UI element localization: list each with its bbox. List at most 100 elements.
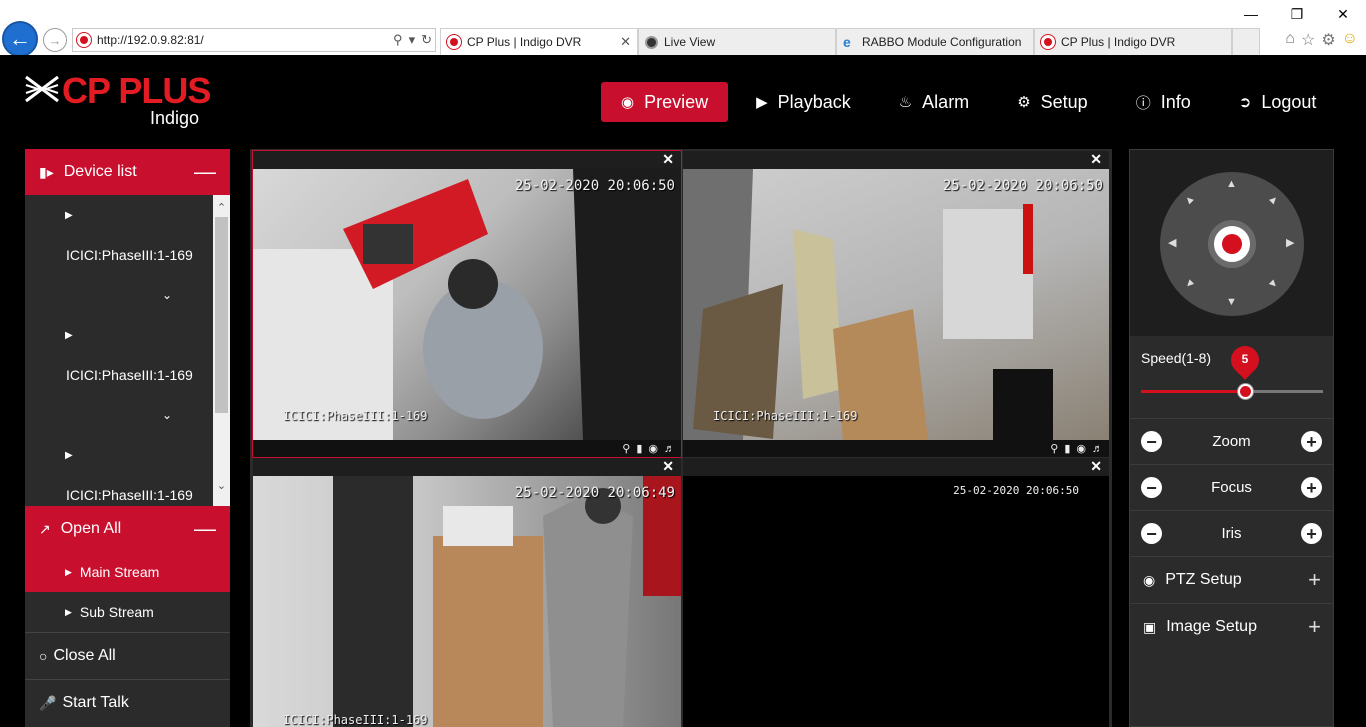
browser-tab-3[interactable]: e RABBO Module Configuration (836, 28, 1034, 55)
audio-icon[interactable]: ♬ (1092, 443, 1103, 455)
ptz-direction-wheel[interactable]: ▲ ▼ ◀ ▶ ▲ ▲ ▼ ▼ (1160, 172, 1304, 316)
ptz-down-left-icon[interactable]: ▼ (1181, 276, 1197, 292)
record-icon[interactable]: ▮ (636, 442, 642, 455)
caret-right-icon[interactable]: ▶ (25, 330, 73, 341)
camera-feed-empty[interactable] (683, 476, 1109, 727)
ptz-down-right-icon[interactable]: ▼ (1265, 276, 1281, 292)
scroll-up-icon[interactable]: ⌃ (213, 201, 230, 214)
audio-icon[interactable]: ♬ (664, 443, 675, 455)
focus-minus-button[interactable]: − (1141, 477, 1162, 498)
logout-icon: ➲ (1238, 94, 1252, 111)
zoom-icon[interactable]: ⚲ (1050, 442, 1058, 455)
camera-snapshot-icon[interactable]: ◉ (1076, 442, 1086, 455)
camera-snapshot-icon[interactable]: ◉ (648, 442, 658, 455)
address-bar[interactable]: http://192.0.9.82:81/ ⚲ ▾ ↻ (72, 28, 436, 52)
close-tab-icon[interactable]: ✕ (614, 34, 631, 50)
image-setup-section[interactable]: ▣ Image Setup + (1130, 603, 1333, 650)
device-item[interactable]: ICICI:PhaseIII:1-169 (25, 475, 230, 506)
ptz-right-icon[interactable]: ▶ (1286, 236, 1294, 249)
ptz-up-right-icon[interactable]: ▲ (1265, 192, 1281, 208)
nav-logout[interactable]: ➲ Logout (1219, 82, 1337, 122)
tab-strip: CP Plus | Indigo DVR ✕ Live View e RABBO… (440, 28, 1260, 55)
ptz-up-left-icon[interactable]: ▲ (1181, 192, 1197, 208)
camera-feed-image[interactable] (253, 169, 681, 440)
nav-info[interactable]: ⓘ Info (1116, 82, 1211, 122)
close-all-button[interactable]: ○ Close All (25, 632, 230, 679)
minimize-icon[interactable]: — (1228, 0, 1274, 28)
video-tile-4[interactable]: ✕ 25-02-2020 20:06:50 (683, 458, 1109, 727)
scrollbar-thumb[interactable] (215, 217, 228, 413)
browser-tab-4[interactable]: CP Plus | Indigo DVR (1034, 28, 1232, 55)
expand-plus-icon[interactable]: + (1308, 614, 1321, 640)
nav-alarm[interactable]: ♨ Alarm (879, 82, 989, 122)
close-icon[interactable]: ✕ (662, 458, 674, 475)
device-item[interactable]: ICICI:PhaseIII:1-169 (25, 235, 230, 275)
video-timestamp: 25-02-2020 20:06:50 (942, 178, 1103, 194)
expand-plus-icon[interactable]: + (1308, 567, 1321, 593)
chevron-down-icon[interactable]: ⌄ (25, 288, 172, 302)
close-icon[interactable]: ✕ (1090, 151, 1102, 168)
zoom-control: − Zoom + (1130, 418, 1333, 464)
main-stream-option[interactable]: ▶ Main Stream (25, 552, 230, 592)
browser-tab-1[interactable]: CP Plus | Indigo DVR ✕ (440, 28, 638, 55)
ptz-setup-section[interactable]: ◉ PTZ Setup + (1130, 556, 1333, 603)
open-all-header[interactable]: ↗ Open All — (25, 506, 230, 552)
zoom-in-button[interactable]: + (1301, 431, 1322, 452)
device-channel-row[interactable]: ⌄ (25, 395, 230, 435)
nav-playback[interactable]: ▶ Playback (736, 82, 871, 122)
refresh-icon[interactable]: ↻ (421, 32, 432, 48)
caret-right-icon[interactable]: ▶ (25, 450, 73, 461)
device-list-scrollbar[interactable]: ⌃ ⌄ (213, 195, 230, 506)
smiley-icon[interactable]: ☺ (1342, 30, 1358, 50)
forward-button[interactable]: → (43, 28, 67, 52)
iris-minus-button[interactable]: − (1141, 523, 1162, 544)
gear-icon[interactable]: ⚙ (1321, 30, 1335, 50)
sub-stream-option[interactable]: ▶ Sub Stream (25, 592, 230, 632)
browser-tab-2[interactable]: Live View (638, 28, 836, 55)
ptz-center-button[interactable] (1208, 220, 1256, 268)
collapse-icon[interactable]: — (194, 518, 216, 540)
speed-slider-handle[interactable] (1238, 384, 1253, 399)
video-tile-1[interactable]: ✕ 25-02-2020 20:06:50 ICICI:PhaseIII:1-1… (252, 150, 682, 458)
nav-setup[interactable]: ⚙ Setup (997, 82, 1108, 122)
info-icon: ⓘ (1135, 94, 1151, 112)
ptz-down-icon[interactable]: ▼ (1226, 296, 1237, 308)
bell-icon: ♨ (898, 94, 913, 111)
ptz-left-icon[interactable]: ◀ (1168, 236, 1176, 249)
iris-plus-button[interactable]: + (1301, 523, 1322, 544)
restore-icon[interactable]: ❐ (1274, 0, 1320, 28)
camera-feed-image[interactable] (683, 169, 1109, 440)
close-window-icon[interactable]: ✕ (1320, 0, 1366, 28)
speed-slider[interactable]: 5 (1141, 340, 1323, 399)
collapse-icon[interactable]: — (194, 161, 216, 183)
caret-right-icon[interactable]: ▶ (25, 210, 73, 221)
dropdown-icon[interactable]: ▾ (409, 32, 416, 48)
close-icon[interactable]: ✕ (1090, 458, 1102, 475)
record-icon[interactable]: ▮ (1064, 442, 1070, 455)
nav-preview[interactable]: ◉ Preview (601, 82, 729, 122)
star-icon[interactable]: ☆ (1301, 30, 1315, 50)
home-icon[interactable]: ⌂ (1285, 30, 1295, 50)
zoom-out-button[interactable]: − (1141, 431, 1162, 452)
search-icon[interactable]: ⚲ (393, 32, 403, 48)
back-button[interactable]: ← (2, 21, 38, 57)
zoom-icon[interactable]: ⚲ (622, 442, 630, 455)
device-expand-row[interactable]: ▶ (25, 195, 230, 235)
device-item[interactable]: ICICI:PhaseIII:1-169 (25, 355, 230, 395)
video-tile-3[interactable]: ✕ 25-02-2020 20:06:49 ICICI:PhaseIII:1-1… (253, 458, 681, 727)
main-stream-label: Main Stream (79, 564, 160, 580)
camera-feed-image[interactable] (253, 476, 681, 727)
chevron-down-icon[interactable]: ⌄ (25, 408, 172, 422)
new-tab-button[interactable] (1232, 28, 1260, 55)
start-talk-button[interactable]: 🎤 Start Talk (25, 679, 230, 726)
ptz-up-icon[interactable]: ▲ (1226, 178, 1237, 190)
close-icon[interactable]: ✕ (662, 151, 674, 168)
focus-plus-button[interactable]: + (1301, 477, 1322, 498)
video-tile-2[interactable]: ✕ 25-02-2020 20:06:50 ICICI:PhaseIII:1-1… (683, 151, 1109, 457)
device-list-header[interactable]: ▮▸ Device list — (25, 149, 230, 195)
scroll-down-icon[interactable]: ⌄ (213, 479, 230, 492)
device-expand-row[interactable]: ▶ (25, 315, 230, 355)
device-channel-row[interactable]: ⌄ (25, 275, 230, 315)
url-text[interactable]: http://192.0.9.82:81/ (97, 33, 390, 47)
device-expand-row[interactable]: ▶ (25, 435, 230, 475)
